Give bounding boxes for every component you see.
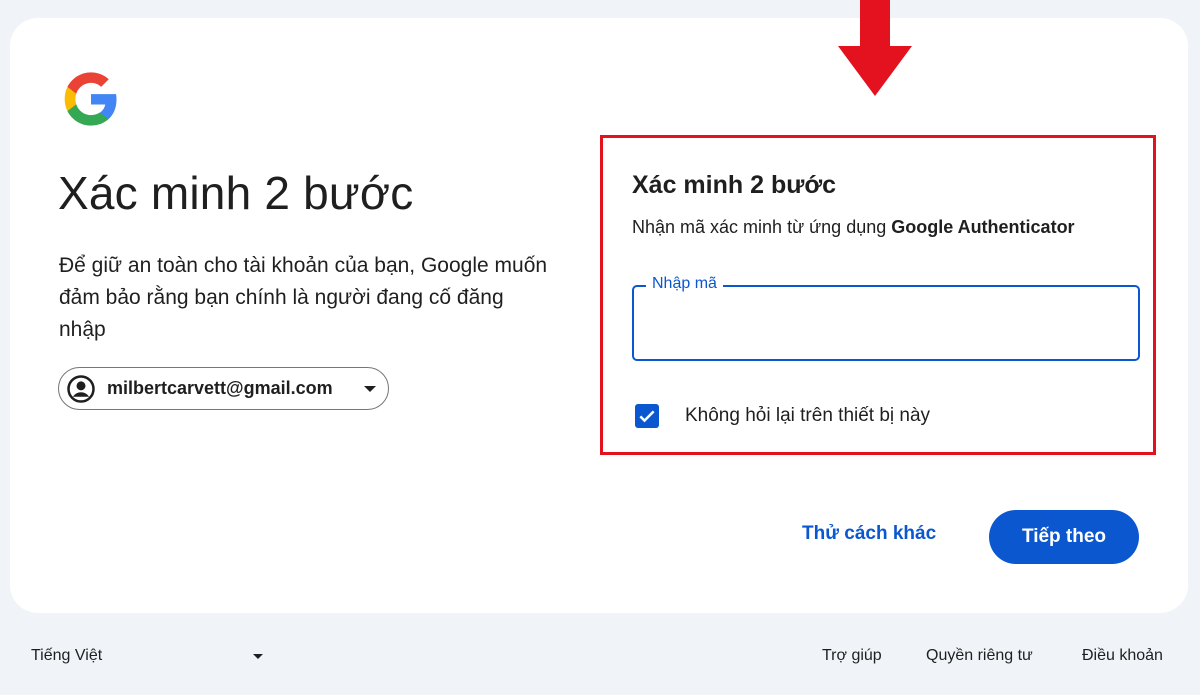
authenticator-app-name: Google Authenticator xyxy=(891,217,1075,237)
chevron-down-icon xyxy=(253,653,263,659)
language-label: Tiếng Việt xyxy=(31,647,103,664)
page-description: Để giữ an toàn cho tài khoản của bạn, Go… xyxy=(59,254,548,341)
checkmark-icon xyxy=(639,410,655,423)
language-select[interactable]: Tiếng Việt xyxy=(31,647,263,665)
google-logo-icon xyxy=(62,70,120,128)
footer: Tiếng Việt Trợ giúp Quyền riêng tư Điều … xyxy=(0,640,1200,674)
code-field: Nhập mã xyxy=(632,275,1140,361)
remember-device-label: Không hỏi lại trên thiết bị này xyxy=(685,405,931,426)
terms-link[interactable]: Điều khoản xyxy=(1082,647,1163,665)
help-link[interactable]: Trợ giúp xyxy=(822,647,882,665)
verification-subtitle-prefix: Nhận mã xác minh từ ứng dụng xyxy=(632,217,892,237)
verification-title: Xác minh 2 bước xyxy=(632,171,836,199)
remember-device-row[interactable]: Không hỏi lại trên thiết bị này xyxy=(635,404,930,428)
next-button[interactable]: Tiếp theo xyxy=(989,510,1139,564)
account-circle-icon xyxy=(65,373,97,405)
verification-highlight-box: Xác minh 2 bước Nhận mã xác minh từ ứng … xyxy=(600,135,1156,455)
privacy-link[interactable]: Quyền riêng tư xyxy=(926,647,1033,665)
page-title: Xác minh 2 bước xyxy=(58,167,414,219)
account-email: milbertcarvett@gmail.com xyxy=(107,378,333,398)
chevron-down-icon xyxy=(364,385,376,392)
verification-subtitle: Nhận mã xác minh từ ứng dụng Google Auth… xyxy=(632,217,1075,238)
signin-card: Xác minh 2 bước Để giữ an toàn cho tài k… xyxy=(10,0,1188,613)
try-another-way-button[interactable]: Thử cách khác xyxy=(802,523,936,545)
down-arrow-icon xyxy=(838,0,912,96)
account-chip[interactable]: milbertcarvett@gmail.com xyxy=(58,367,389,410)
code-input[interactable] xyxy=(634,287,1138,359)
remember-device-checkbox[interactable] xyxy=(635,404,659,428)
